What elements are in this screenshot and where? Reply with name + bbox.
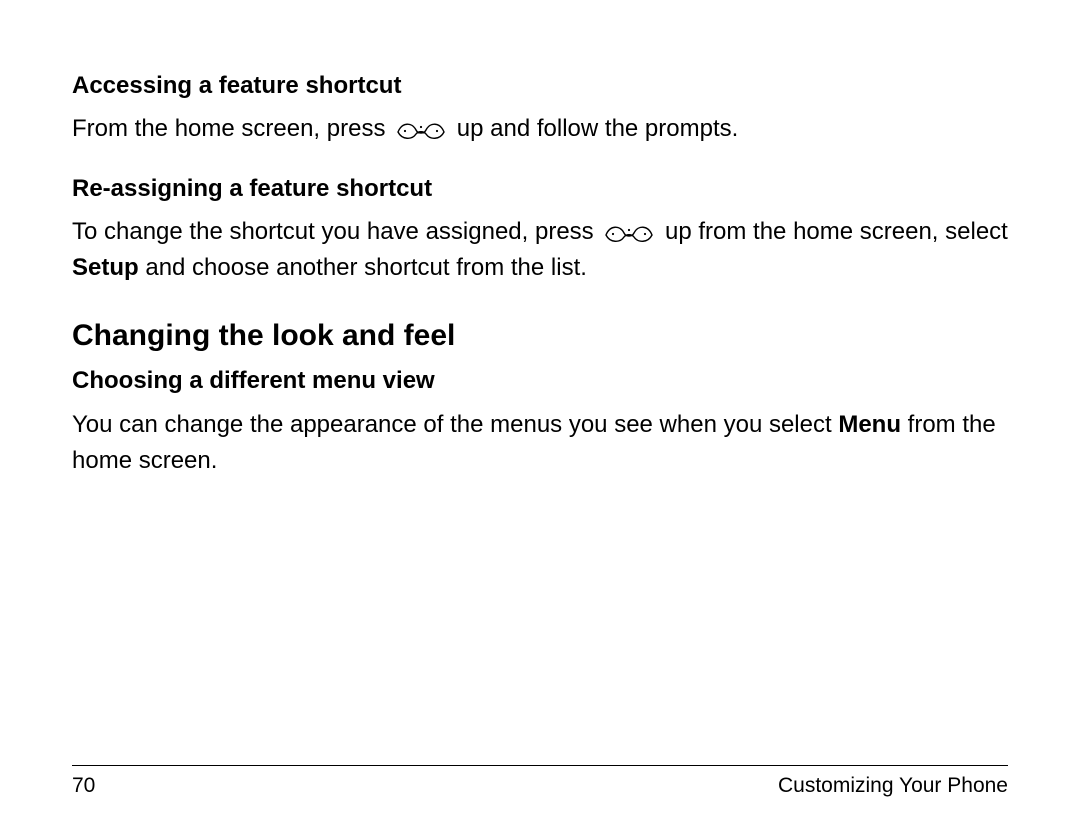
text: You can change the appearance of the men… xyxy=(72,411,838,438)
footer-section-title: Customizing Your Phone xyxy=(778,774,1008,798)
subheading-accessing-shortcut: Accessing a feature shortcut xyxy=(72,70,1008,101)
text: up and follow the prompts. xyxy=(457,115,739,142)
text: and choose another shortcut from the lis… xyxy=(139,254,587,281)
page-number: 70 xyxy=(72,774,95,798)
document-page: Accessing a feature shortcut From the ho… xyxy=(0,0,1080,834)
footer-rule xyxy=(72,765,1008,766)
subheading-reassigning-shortcut: Re-assigning a feature shortcut xyxy=(72,173,1008,204)
navigation-key-icon xyxy=(392,116,450,142)
text: From the home screen, press xyxy=(72,115,392,142)
paragraph: From the home screen, press up and follo… xyxy=(72,111,1008,147)
page-footer: 70 Customizing Your Phone xyxy=(72,765,1008,798)
navigation-key-icon xyxy=(600,219,658,245)
heading-changing-look: Changing the look and feel xyxy=(72,316,1008,355)
text-bold: Menu xyxy=(838,411,901,438)
text: To change the shortcut you have assigned… xyxy=(72,218,600,245)
subheading-choosing-menu-view: Choosing a different menu view xyxy=(72,365,1008,396)
text-bold: Setup xyxy=(72,254,139,281)
text: up from the home screen, select xyxy=(665,218,1008,245)
paragraph: To change the shortcut you have assigned… xyxy=(72,214,1008,286)
paragraph: You can change the appearance of the men… xyxy=(72,407,1008,479)
